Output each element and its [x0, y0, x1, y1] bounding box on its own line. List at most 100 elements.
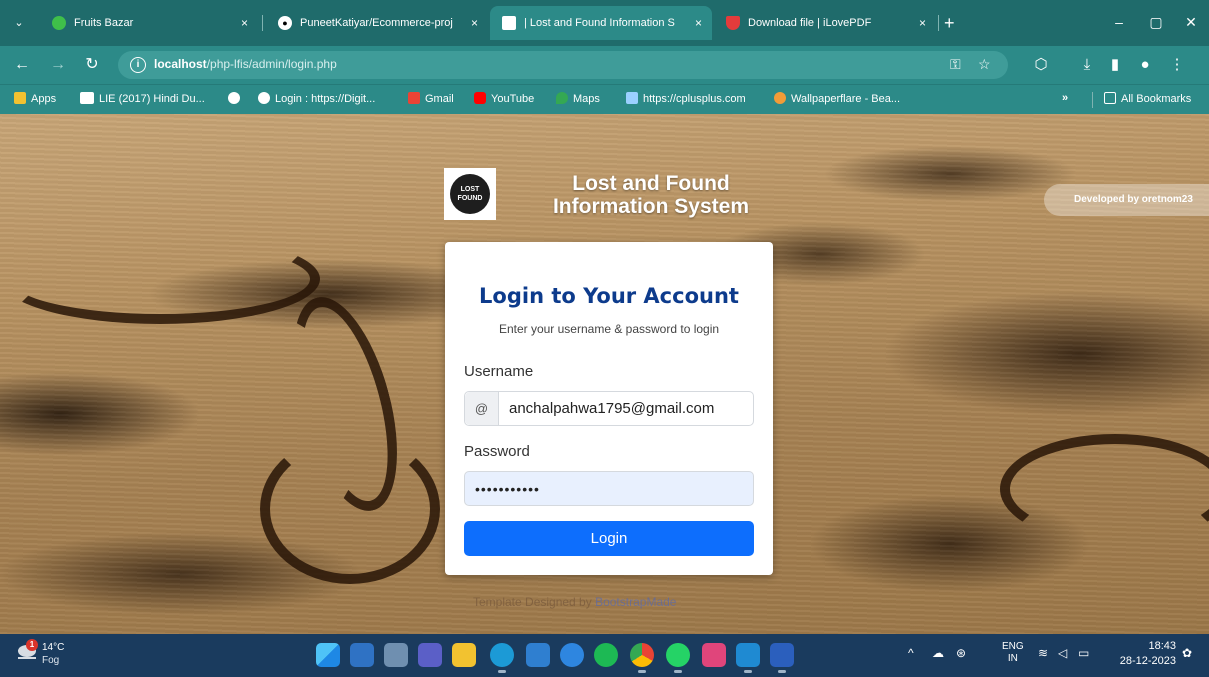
password-label: Password [464, 443, 530, 460]
tab-ilovepdf[interactable]: Download file | iLovePDF × [714, 9, 936, 37]
url-host: localhost [154, 57, 207, 71]
logo-text: LOST [460, 186, 480, 193]
template-credits: Template Designed by BootstrapMade [473, 595, 676, 609]
profile-avatar[interactable]: ● [1134, 55, 1156, 75]
weather-condition[interactable]: Fog [42, 655, 59, 666]
new-tab-button[interactable]: + [944, 12, 955, 34]
weather-temperature[interactable]: 14°C [42, 642, 64, 653]
bookmark-globe[interactable] [228, 92, 245, 105]
tab-divider [262, 15, 263, 31]
tab-title: | Lost and Found Information S [524, 17, 675, 29]
bookmark-apps[interactable]: Apps [14, 92, 56, 105]
tab-title: Download file | iLovePDF [748, 17, 872, 29]
app-blue-yellow-icon[interactable] [350, 643, 374, 667]
close-window-icon[interactable]: ✕ [1176, 10, 1206, 34]
bookmark-label: YouTube [491, 93, 535, 105]
notifications-icon[interactable]: ✿ [1182, 646, 1192, 660]
username-input-group: @ [464, 391, 754, 426]
clock-date[interactable]: 28-12-2023 [1110, 655, 1176, 667]
chrome-icon[interactable] [630, 643, 654, 673]
tray-overflow-icon[interactable]: ^ [908, 646, 914, 660]
tab-fruits-bazar[interactable]: Fruits Bazar × [40, 9, 258, 37]
minimize-icon[interactable]: – [1104, 10, 1134, 34]
tab-github[interactable]: ● PuneetKatiyar/Ecommerce-proj × [266, 9, 488, 37]
apps-grid-icon [14, 92, 26, 104]
wifi-icon[interactable]: ≋ [1038, 646, 1048, 660]
task-view-icon[interactable] [384, 643, 408, 667]
browser-toolbar: ← → ↻ i localhost/php-lfis/admin/login.p… [0, 46, 1209, 84]
site-brand[interactable]: LOST FOUND Lost and Found Information Sy… [444, 168, 764, 222]
extensions-icon[interactable]: ⬡ [1030, 55, 1052, 75]
tab-title: Fruits Bazar [74, 17, 134, 29]
vscode-icon[interactable] [736, 643, 760, 673]
notification-badge: 1 [26, 639, 38, 651]
forward-icon[interactable]: → [48, 55, 68, 75]
address-bar[interactable]: i localhost/php-lfis/admin/login.php ⚿ ☆ [118, 51, 1008, 79]
chrome-globe-icon [228, 92, 240, 104]
bookmark-label: Apps [31, 93, 57, 105]
microsoft-store-icon[interactable] [526, 643, 550, 667]
tab-title: PuneetKatiyar/Ecommerce-proj [300, 17, 453, 29]
username-label: Username [464, 363, 534, 380]
bookmarks-overflow-button[interactable]: » [1062, 92, 1068, 104]
tray-app-icon[interactable]: ⊛ [956, 646, 966, 660]
burnt-letter-decoration [260, 434, 440, 584]
cplusplus-icon [626, 92, 638, 104]
app-photos-icon[interactable] [560, 643, 584, 667]
bookmark-youtube[interactable]: YouTube [474, 92, 534, 105]
folder-icon [1104, 92, 1116, 104]
password-key-icon[interactable]: ⚿ [950, 56, 961, 73]
username-input[interactable] [499, 392, 753, 425]
password-input[interactable] [464, 471, 754, 506]
spotify-icon[interactable] [594, 643, 618, 667]
site-logo: LOST FOUND [444, 168, 496, 220]
reload-icon[interactable]: ↻ [82, 55, 102, 75]
site-info-icon[interactable]: i [130, 57, 146, 73]
bookmark-star-icon[interactable]: ☆ [978, 56, 991, 73]
windows-start-icon[interactable] [316, 643, 340, 667]
bookmark-lie-hindi[interactable]: LIE (2017) Hindi Du... [80, 92, 205, 105]
battery-icon[interactable]: ▭ [1078, 646, 1089, 660]
clock-time[interactable]: 18:43 [1126, 640, 1176, 652]
word-icon[interactable] [770, 643, 794, 673]
close-icon[interactable]: × [241, 9, 248, 37]
close-icon[interactable]: × [695, 6, 702, 40]
bookmark-maps[interactable]: Maps [556, 92, 600, 105]
file-explorer-icon[interactable] [452, 643, 476, 667]
bookmark-gmail[interactable]: Gmail [408, 92, 454, 105]
ilovepdf-favicon [726, 16, 740, 31]
login-subtitle: Enter your username & password to login [498, 322, 720, 336]
wordpress-icon [258, 92, 270, 104]
bookmark-cplusplus[interactable]: https://cplusplus.com [626, 92, 746, 105]
edge-icon[interactable] [490, 643, 514, 673]
volume-icon[interactable]: ◁ [1058, 646, 1067, 660]
region-code: IN [1007, 653, 1018, 664]
login-button[interactable]: Login [464, 521, 754, 556]
credits-link[interactable]: BootstrapMade [595, 595, 676, 609]
all-bookmarks-button[interactable]: All Bookmarks [1104, 92, 1191, 105]
url-text[interactable]: localhost/php-lfis/admin/login.php [154, 57, 337, 71]
fruits-bazar-favicon [52, 16, 66, 31]
teams-icon[interactable] [418, 643, 442, 667]
app-pink-icon[interactable] [702, 643, 726, 667]
language-indicator[interactable]: ENG IN [1002, 641, 1024, 665]
close-icon[interactable]: × [919, 9, 926, 37]
back-icon[interactable]: ← [12, 55, 32, 75]
side-panel-icon[interactable]: ▮ [1104, 55, 1126, 75]
sky-icon [80, 92, 94, 104]
onedrive-icon[interactable]: ☁ [932, 646, 944, 660]
close-icon[interactable]: × [471, 9, 478, 37]
restore-icon[interactable]: ▢ [1141, 10, 1171, 34]
gmail-icon [408, 92, 420, 104]
github-icon: ● [278, 16, 292, 31]
menu-kebab-icon[interactable]: ⋮ [1166, 55, 1188, 75]
logo-text: FOUND [457, 195, 483, 202]
download-icon[interactable]: ⤓ [1076, 55, 1098, 75]
bookmark-login-digit[interactable]: Login : https://Digit... [258, 92, 375, 105]
whatsapp-icon[interactable] [666, 643, 690, 673]
bookmark-wallpaperflare[interactable]: Wallpaperflare - Bea... [774, 92, 900, 105]
tab-lost-and-found[interactable]: | Lost and Found Information S × [490, 6, 712, 40]
tab-search-chevron-icon[interactable]: ⌄ [8, 12, 30, 34]
developer-badge[interactable]: Developed by oretnom23 [1044, 184, 1209, 216]
windows-taskbar: 1 14°C Fog ^ ☁ ⊛ ENG IN ≋ ◁ ▭ 18:43 28-1… [0, 634, 1209, 677]
